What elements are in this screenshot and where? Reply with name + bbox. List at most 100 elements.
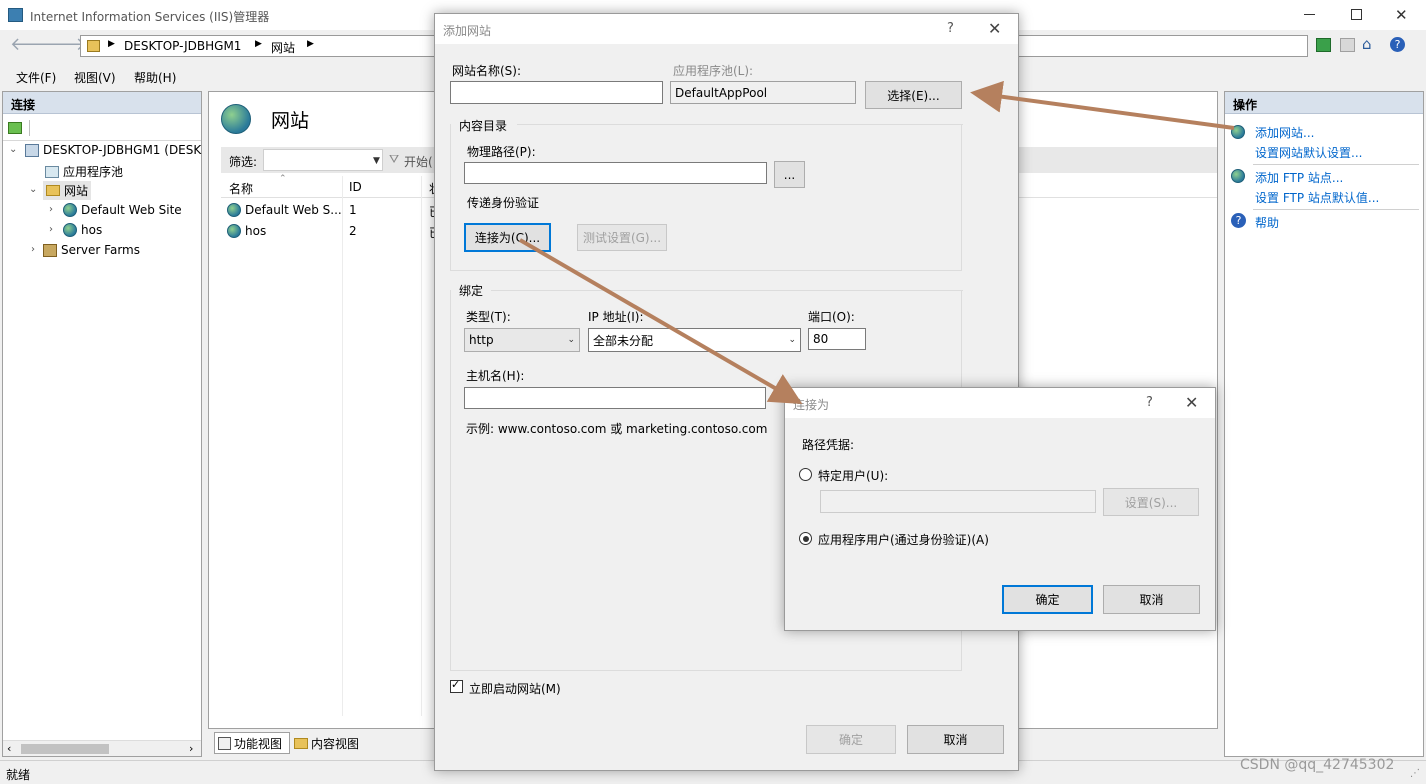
help-icon[interactable]: ?	[1146, 395, 1153, 410]
status-text: 就绪	[6, 768, 31, 782]
site-name-label: 网站名称(S):	[452, 64, 522, 78]
funnel-icon[interactable]: ⛛	[389, 152, 399, 167]
tree-label-server-farms: Server Farms	[61, 243, 140, 257]
tree-collapsed-icon[interactable]: ›	[49, 224, 53, 235]
action-ftp-defaults[interactable]: 设置 FTP 站点默认值...	[1255, 189, 1379, 206]
type-select-value: http	[469, 333, 494, 347]
dialog-title: 添加网站	[443, 24, 492, 38]
server-farm-icon	[43, 243, 57, 257]
menu-file[interactable]: 文件(F)	[16, 69, 56, 86]
close-icon[interactable]: ✕	[1395, 6, 1408, 24]
minimize-icon[interactable]	[1304, 14, 1315, 15]
app-user-radio[interactable]	[799, 532, 812, 545]
column-id[interactable]: ID	[349, 180, 362, 194]
dialog-title-bar: 添加网站 ? ✕	[435, 14, 1018, 44]
specific-user-radio[interactable]	[799, 468, 812, 481]
pass-auth-label: 传递身份验证	[467, 196, 540, 210]
features-view-icon	[218, 736, 231, 750]
tree-expand-icon[interactable]: ⌄	[9, 144, 17, 155]
tree-item-default-web-site[interactable]: Default Web Site	[63, 203, 182, 217]
connect-as-ok-button[interactable]: 确定	[1002, 585, 1093, 614]
ip-select[interactable]: 全部未分配 ⌄	[588, 328, 801, 352]
tree-label-hos: hos	[81, 223, 103, 237]
tree-item-app-pools[interactable]: 应用程序池	[45, 163, 123, 180]
port-label: 端口(O):	[808, 310, 855, 324]
center-title: 网站	[271, 110, 310, 132]
tree-label-default-web-site: Default Web Site	[81, 203, 182, 217]
maximize-icon[interactable]	[1351, 9, 1362, 20]
address-segment-server[interactable]: DESKTOP-JDBHGM1	[124, 39, 241, 53]
type-select[interactable]: http ⌄	[464, 328, 580, 352]
action-add-website[interactable]: 添加网站...	[1255, 124, 1314, 141]
close-icon[interactable]: ✕	[1185, 393, 1198, 412]
action-site-defaults[interactable]: 设置网站默认设置...	[1255, 144, 1362, 161]
action-help[interactable]: 帮助	[1255, 214, 1279, 231]
tab-content-view-label: 内容视图	[311, 736, 360, 751]
physical-path-input[interactable]	[464, 162, 767, 184]
globe-icon	[227, 203, 241, 217]
connect-icon[interactable]	[8, 122, 22, 134]
chevron-right-icon: ▶	[307, 39, 314, 49]
scroll-left-icon[interactable]: ‹	[7, 742, 11, 755]
scroll-thumb[interactable]	[21, 744, 109, 754]
site-name-input[interactable]	[450, 81, 663, 104]
specific-user-label: 特定用户(U):	[818, 469, 889, 483]
actions-divider	[1253, 209, 1419, 210]
tree-label-server: DESKTOP-JDBHGM1 (DESK	[43, 143, 202, 157]
start-now-label: 立即启动网站(M)	[469, 682, 561, 696]
column-name[interactable]: 名称	[229, 180, 253, 197]
address-segment-sites[interactable]: 网站	[271, 39, 295, 56]
filter-input[interactable]: ▼	[263, 149, 383, 171]
content-view-icon	[294, 737, 308, 749]
watermark: CSDN @qq_42745302	[1240, 757, 1395, 773]
connect-as-dialog: 连接为 ? ✕ 路径凭据: 特定用户(U): 设置(S)... 应用程序用户(通…	[784, 387, 1216, 631]
actions-divider	[1253, 164, 1419, 165]
scroll-right-icon[interactable]: ›	[189, 742, 193, 755]
start-filter-button[interactable]: 开始(	[404, 153, 433, 170]
connect-as-cancel-button[interactable]: 取消	[1103, 585, 1200, 614]
browse-path-button[interactable]: ...	[774, 161, 805, 188]
row-name: Default Web S...	[245, 203, 342, 217]
start-now-checkbox[interactable]: ✓	[450, 678, 463, 693]
hostname-input[interactable]	[464, 387, 766, 409]
action-add-ftp[interactable]: 添加 FTP 站点...	[1255, 169, 1343, 186]
server-icon	[25, 143, 39, 157]
hostname-example: 示例: www.contoso.com 或 marketing.contoso.…	[466, 422, 768, 436]
tree-collapsed-icon[interactable]: ›	[31, 244, 35, 255]
toolbar-divider	[29, 120, 30, 136]
tab-content-view[interactable]: 内容视图	[292, 732, 372, 754]
menu-view[interactable]: 视图(V)	[74, 69, 116, 86]
select-app-pool-button[interactable]: 选择(E)...	[865, 81, 962, 109]
globe-icon	[227, 224, 241, 238]
tree-item-sites[interactable]: 网站	[43, 181, 92, 200]
connect-as-button[interactable]: 连接为(C)...	[464, 223, 551, 252]
stop-icon[interactable]	[1340, 38, 1355, 52]
row-id: 1	[349, 203, 357, 217]
menu-help[interactable]: 帮助(H)	[134, 69, 176, 86]
tab-features-view-label: 功能视图	[234, 736, 283, 751]
tree-item-hos[interactable]: hos	[63, 223, 102, 237]
horizontal-scrollbar[interactable]: ‹ ›	[3, 740, 201, 756]
help-icon[interactable]: ?	[1390, 37, 1405, 52]
app-pool-field: DefaultAppPool	[670, 81, 856, 104]
tree-collapsed-icon[interactable]: ›	[49, 204, 53, 215]
row-name: hos	[245, 224, 267, 238]
connections-header-label: 连接	[11, 98, 36, 112]
ip-label: IP 地址(I):	[588, 310, 644, 324]
tree-item-server-farms[interactable]: Server Farms	[43, 243, 140, 257]
test-settings-button: 测试设置(G)...	[577, 224, 667, 251]
actions-panel: 操作 添加网站... 设置网站默认设置... 添加 FTP 站点... 设置 F…	[1224, 91, 1424, 757]
help-icon[interactable]: ?	[947, 21, 954, 36]
group-top-border	[517, 124, 963, 125]
tree-item-server[interactable]: DESKTOP-JDBHGM1 (DESK	[25, 143, 201, 157]
home-icon[interactable]: ⌂	[1362, 35, 1372, 53]
port-input[interactable]: 80	[808, 328, 866, 350]
add-site-ok-button: 确定	[806, 725, 896, 754]
refresh-icon[interactable]	[1316, 38, 1331, 52]
add-site-cancel-button[interactable]: 取消	[907, 725, 1004, 754]
app-icon	[8, 8, 23, 22]
tab-features-view[interactable]: 功能视图	[214, 732, 290, 754]
close-icon[interactable]: ✕	[988, 19, 1001, 38]
resize-grip-icon[interactable]: ⋰	[1410, 768, 1420, 779]
tree-expand-icon[interactable]: ⌄	[29, 184, 37, 195]
